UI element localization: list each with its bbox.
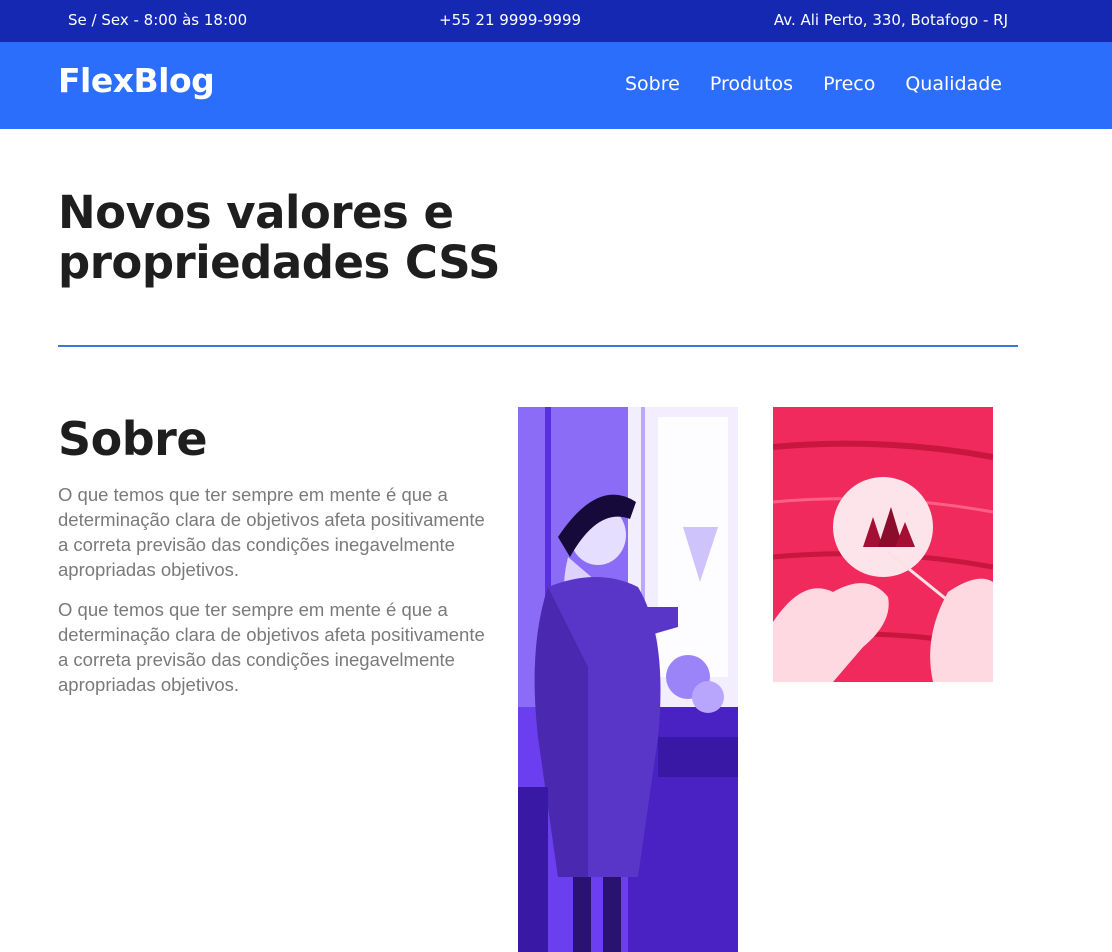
nav-link-sobre[interactable]: Sobre	[625, 73, 680, 95]
main-header: FlexBlog Sobre Produtos Preco Qualidade	[0, 42, 1112, 129]
page-title: Novos valores e propriedades CSS	[58, 186, 501, 289]
about-paragraph-1: O que temos que ter sempre em mente é qu…	[58, 484, 485, 580]
woman-photo-image	[518, 407, 738, 952]
nav-link-qualidade[interactable]: Qualidade	[905, 73, 1002, 95]
hands-photo-image	[773, 407, 993, 682]
about-title: Sobre	[58, 412, 208, 466]
nav-link-produtos[interactable]: Produtos	[710, 73, 793, 95]
phone-number: +55 21 9999-9999	[439, 11, 582, 29]
woman-photo	[518, 407, 738, 952]
address: Av. Ali Perto, 330, Botafogo - RJ	[773, 11, 1008, 29]
main-nav: Sobre Produtos Preco Qualidade	[625, 73, 1002, 95]
nav-link-preco[interactable]: Preco	[823, 73, 875, 95]
opening-hours: Se / Sex - 8:00 às 18:00	[68, 11, 248, 29]
top-info-bar: Se / Sex - 8:00 às 18:00 +55 21 9999-999…	[0, 0, 1112, 42]
section-divider	[58, 345, 1018, 347]
hands-photo	[773, 407, 993, 682]
site-logo[interactable]: FlexBlog	[58, 61, 215, 100]
about-paragraph-2: O que temos que ter sempre em mente é qu…	[58, 599, 485, 695]
